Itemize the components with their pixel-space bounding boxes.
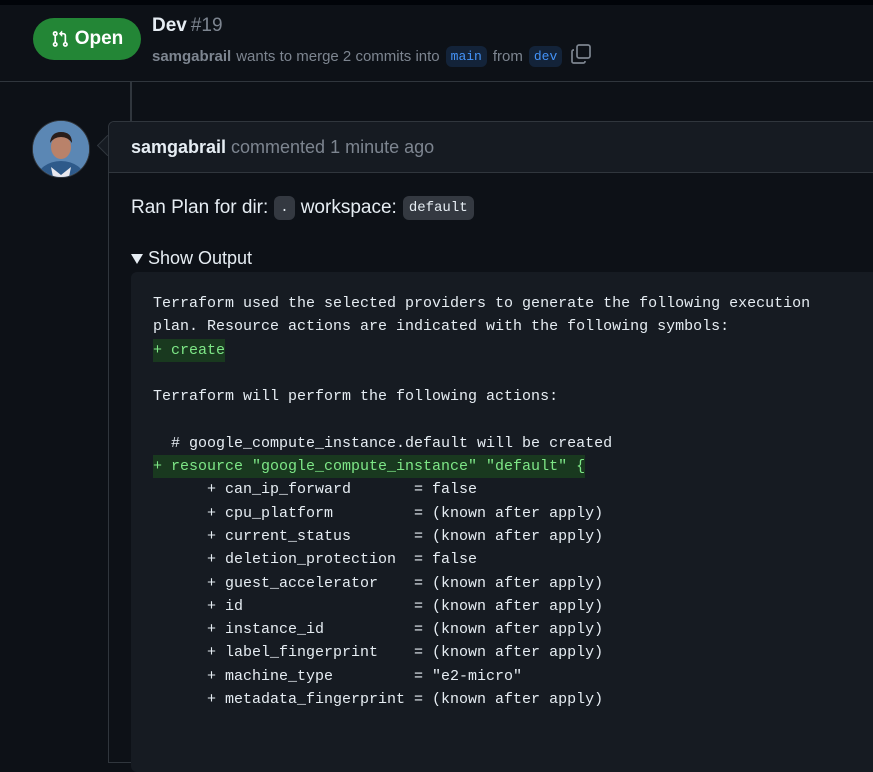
show-output-label: Show Output [148,248,253,268]
comment-action: commented [231,137,326,157]
output-line-text: + id = (known after apply) [153,597,604,615]
copy-icon[interactable] [570,43,592,69]
output-line-text: + deletion_protection = false [153,551,478,569]
output-line: Terraform used the selected providers to… [153,292,810,315]
output-line-text: + can_ip_forward = false [153,481,478,499]
output-line: + instance_id = (known after apply) [153,618,810,641]
comment-header: samgabrail commented 1 minute ago [109,122,873,173]
pr-title-text: Dev [152,15,187,36]
timeline-line [130,82,132,122]
pr-state-label: Open [74,28,124,49]
output-line: + current_status = (known after apply) [153,525,810,548]
plan-summary-line: Ran Plan for dir: . workspace: default [131,196,480,220]
pr-meta: samgabrail wants to merge 2 commits into… [152,43,592,69]
output-line-text: plan. Resource actions are indicated wit… [153,318,730,336]
comment-author[interactable]: samgabrail [131,137,226,158]
comment-box: samgabrail commented 1 minute ago Ran Pl… [108,121,873,772]
workspace-label: workspace: [300,197,397,218]
comment-time[interactable]: 1 minute ago [330,137,434,157]
pr-number: #19 [190,15,223,36]
output-line: + id = (known after apply) [153,595,810,618]
head-branch[interactable]: dev [528,45,563,67]
ran-prefix: Ran Plan for dir: [131,197,269,218]
output-line: + label_fingerprint = (known after apply… [153,641,810,664]
pr-merge-text: wants to merge 2 commits into [236,47,440,65]
output-line-text: + cpu_platform = (known after apply) [153,504,604,522]
output-line: + deletion_protection = false [153,548,810,571]
output-line-text: + metadata_fingerprint = (known after ap… [153,691,604,709]
comment-timestamp: commented 1 minute ago [231,137,434,158]
pr-header: Open Dev #19 samgabrail wants to merge 2 … [0,5,873,82]
pr-author-link[interactable]: samgabrail [152,48,231,65]
output-line-text: # google_compute_instance.default will b… [153,434,613,452]
output-line: + cpu_platform = (known after apply) [153,502,810,525]
avatar[interactable] [32,120,90,178]
output-line-text: + instance_id = (known after apply) [153,621,604,639]
pr-title: Dev #19 [152,15,223,37]
triangle-down-icon [131,253,143,264]
output-line-added-text: + create [153,338,226,362]
output-line-text: Terraform will perform the following act… [153,388,559,406]
output-line-text: + guest_accelerator = (known after apply… [153,574,604,592]
output-line-text: + machine_type = "e2-micro" [153,667,523,685]
output-line-text: + current_status = (known after apply) [153,527,604,545]
git-pull-request-icon [52,30,68,47]
output-line: # google_compute_instance.default will b… [153,432,810,455]
output-line: + machine_type = "e2-micro" [153,665,810,688]
show-output-toggle[interactable]: Show Output [131,248,252,269]
output-code-block: Terraform used the selected providers to… [131,272,873,772]
output-line: + resource "google_compute_instance" "de… [153,455,810,479]
output-line: + metadata_fingerprint = (known after ap… [153,688,810,711]
output-line: Terraform will perform the following act… [153,385,810,408]
output-line-text: + label_fingerprint = (known after apply… [153,644,604,662]
base-branch[interactable]: main [445,45,487,67]
output-line: + can_ip_forward = false [153,478,810,501]
output-line-added-text: + resource "google_compute_instance" "de… [153,455,586,479]
dir-value: . [274,196,295,220]
terraform-output: Terraform used the selected providers to… [153,292,810,711]
output-line-text: Terraform used the selected providers to… [153,295,811,312]
workspace-value: default [402,196,474,220]
output-line: + guest_accelerator = (known after apply… [153,572,810,595]
output-line: + create [153,338,810,362]
pr-from-text: from [492,47,523,65]
pr-state-badge: Open [33,18,141,60]
output-line: plan. Resource actions are indicated wit… [153,315,810,338]
